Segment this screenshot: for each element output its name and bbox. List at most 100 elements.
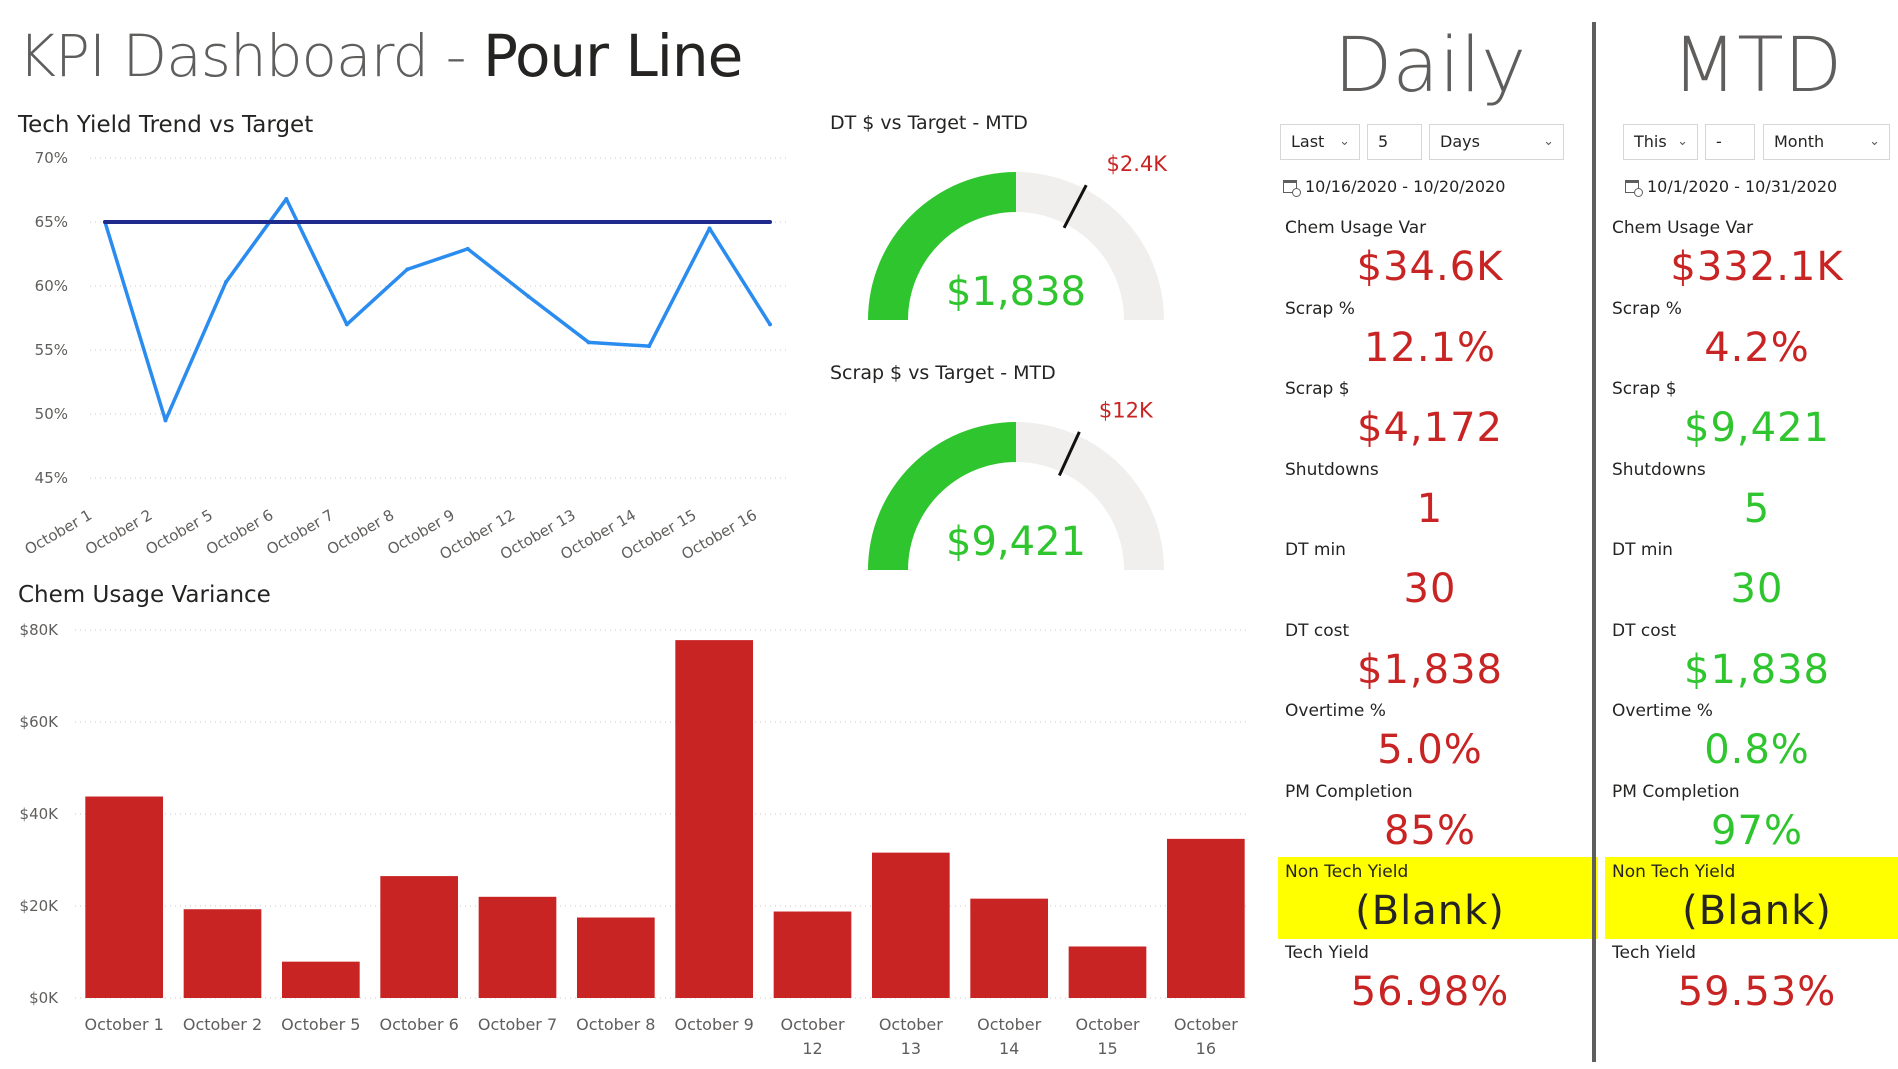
kpi-value: 4.2% [1704, 324, 1810, 371]
chem-usage-bar[interactable] [970, 898, 1049, 998]
target-point[interactable] [103, 220, 107, 224]
kpi-value: 30 [1730, 566, 1784, 612]
tech-yield-point[interactable] [586, 340, 591, 345]
dt-gauge-title: DT $ vs Target - MTD [830, 112, 1028, 134]
chem-usage-bar[interactable] [1068, 946, 1147, 998]
tech-yield-point[interactable] [526, 294, 531, 299]
x-tick-label: October 7 [263, 506, 336, 559]
x-tick-label: 16 [1196, 1039, 1216, 1058]
y-tick-label: 60% [35, 277, 68, 295]
daily-date-range-text: 10/16/2020 - 10/20/2020 [1305, 177, 1506, 196]
tech-yield-point[interactable] [768, 322, 772, 327]
kpi-label: Scrap % [1612, 298, 1682, 319]
tech-yield-point[interactable] [344, 322, 349, 327]
kpi-label: Overtime % [1285, 701, 1386, 721]
chem-usage-bar[interactable] [85, 796, 164, 998]
x-tick-label: October [879, 1015, 943, 1034]
target-point[interactable] [223, 220, 228, 224]
daily-unit-value: Days [1440, 132, 1480, 151]
x-tick-label: October 1 [22, 506, 95, 559]
x-tick-label: October 2 [183, 1015, 262, 1034]
tech-yield-point[interactable] [163, 418, 168, 423]
y-tick-label: 70% [35, 149, 68, 167]
y-tick-label: $0K [29, 989, 59, 1007]
gauge-value-label: $9,421 [946, 519, 1086, 565]
target-point[interactable] [344, 220, 349, 224]
scrap-gauge[interactable]: $12K $9,421 [840, 400, 1180, 600]
target-point[interactable] [586, 220, 591, 224]
tech-yield-point[interactable] [223, 280, 228, 285]
x-tick-label: 14 [999, 1039, 1019, 1058]
kpi-value: 5 [1743, 485, 1771, 532]
target-point[interactable] [163, 220, 168, 224]
x-tick-label: October 2 [82, 506, 155, 559]
target-point[interactable] [465, 220, 470, 224]
chem-usage-bar-chart[interactable]: $0K $20K $40K $60K $80K October 1 October 2 Oct… [0, 610, 1270, 1069]
x-tick-label: October 1 [85, 1015, 164, 1034]
tech-yield-point[interactable] [647, 344, 652, 349]
page-title-light: KPI Dashboard - [18, 22, 484, 90]
mtd-period-dropdown[interactable]: This ⌄ [1623, 124, 1698, 160]
y-tick-label: $20K [20, 897, 60, 915]
y-tick-label: 55% [35, 341, 68, 359]
chevron-down-icon: ⌄ [1677, 134, 1688, 149]
target-point[interactable] [405, 220, 410, 224]
tech-yield-point[interactable] [465, 246, 470, 251]
daily-date-range: 10/16/2020 - 10/20/2020 [1283, 177, 1506, 197]
kpi-label: Shutdowns [1285, 459, 1379, 480]
kpi-value: 1 [1416, 485, 1444, 532]
mtd-count-value: - [1716, 132, 1722, 151]
kpi-value: $332.1K [1670, 244, 1844, 290]
dt-gauge[interactable]: $2.4K $1,838 [840, 150, 1180, 350]
target-point[interactable] [284, 220, 289, 224]
kpi-label: Shutdowns [1612, 459, 1706, 480]
x-tick-label: October [1075, 1015, 1139, 1034]
daily-unit-dropdown[interactable]: Days ⌄ [1429, 124, 1564, 160]
chem-usage-bar[interactable] [183, 909, 262, 998]
target-point[interactable] [707, 220, 712, 224]
x-tick-label: October 5 [143, 506, 216, 559]
chem-usage-bar[interactable] [478, 896, 557, 998]
chem-usage-bar[interactable] [380, 876, 459, 998]
calendar-icon [1625, 180, 1643, 197]
mtd-heading: MTD [1671, 20, 1843, 109]
kpi-label: DT min [1285, 540, 1346, 560]
target-point[interactable] [647, 220, 652, 224]
chem-usage-bar[interactable] [281, 961, 360, 998]
page-title: KPI Dashboard - Pour Line [18, 22, 743, 90]
chem-usage-bar[interactable] [576, 917, 655, 999]
daily-count-input[interactable]: 5 [1367, 124, 1422, 160]
x-tick-label: October [780, 1015, 844, 1034]
x-tick-label: 12 [802, 1039, 822, 1058]
chem-usage-bar[interactable] [675, 640, 754, 998]
tech-yield-point[interactable] [284, 196, 289, 201]
daily-heading: Daily [1333, 20, 1527, 109]
x-tick-label: October 8 [576, 1015, 655, 1034]
gauge-target-label: $12K [1099, 400, 1154, 422]
daily-period-dropdown[interactable]: Last ⌄ [1280, 124, 1360, 160]
target-point[interactable] [526, 220, 531, 224]
kpi-value: 0.8% [1704, 727, 1810, 773]
mtd-count-input[interactable]: - [1705, 124, 1755, 160]
kpi-label: Scrap $ [1612, 379, 1677, 399]
page-title-bold: Pour Line [483, 22, 743, 90]
target-point[interactable] [768, 220, 772, 224]
chem-usage-bar[interactable] [871, 852, 950, 998]
x-tick-label: October [1174, 1015, 1238, 1034]
daily-relative-date-slicer: Last ⌄ 5 Days ⌄ [1280, 124, 1580, 160]
tech-yield-point[interactable] [405, 267, 410, 272]
chem-usage-bar[interactable] [773, 911, 852, 998]
chem-usage-bar[interactable] [1166, 838, 1245, 998]
mtd-unit-dropdown[interactable]: Month ⌄ [1763, 124, 1890, 160]
y-tick-label: 45% [35, 469, 68, 487]
daily-period-value: Last [1291, 132, 1325, 151]
x-tick-label: October 6 [203, 506, 276, 559]
y-tick-label: 50% [35, 405, 68, 423]
kpi-label: Non Tech Yield [1285, 862, 1409, 882]
kpi-label: Scrap $ [1285, 379, 1350, 399]
mtd-date-range-text: 10/1/2020 - 10/31/2020 [1647, 177, 1838, 196]
tech-yield-line-chart[interactable]: 45%50%55%60%65%70%October 1October 2Octo… [0, 140, 800, 560]
kpi-value: $34.6K [1356, 244, 1504, 290]
tech-yield-point[interactable] [707, 226, 712, 231]
tech-yield-series-line[interactable] [103, 197, 772, 423]
